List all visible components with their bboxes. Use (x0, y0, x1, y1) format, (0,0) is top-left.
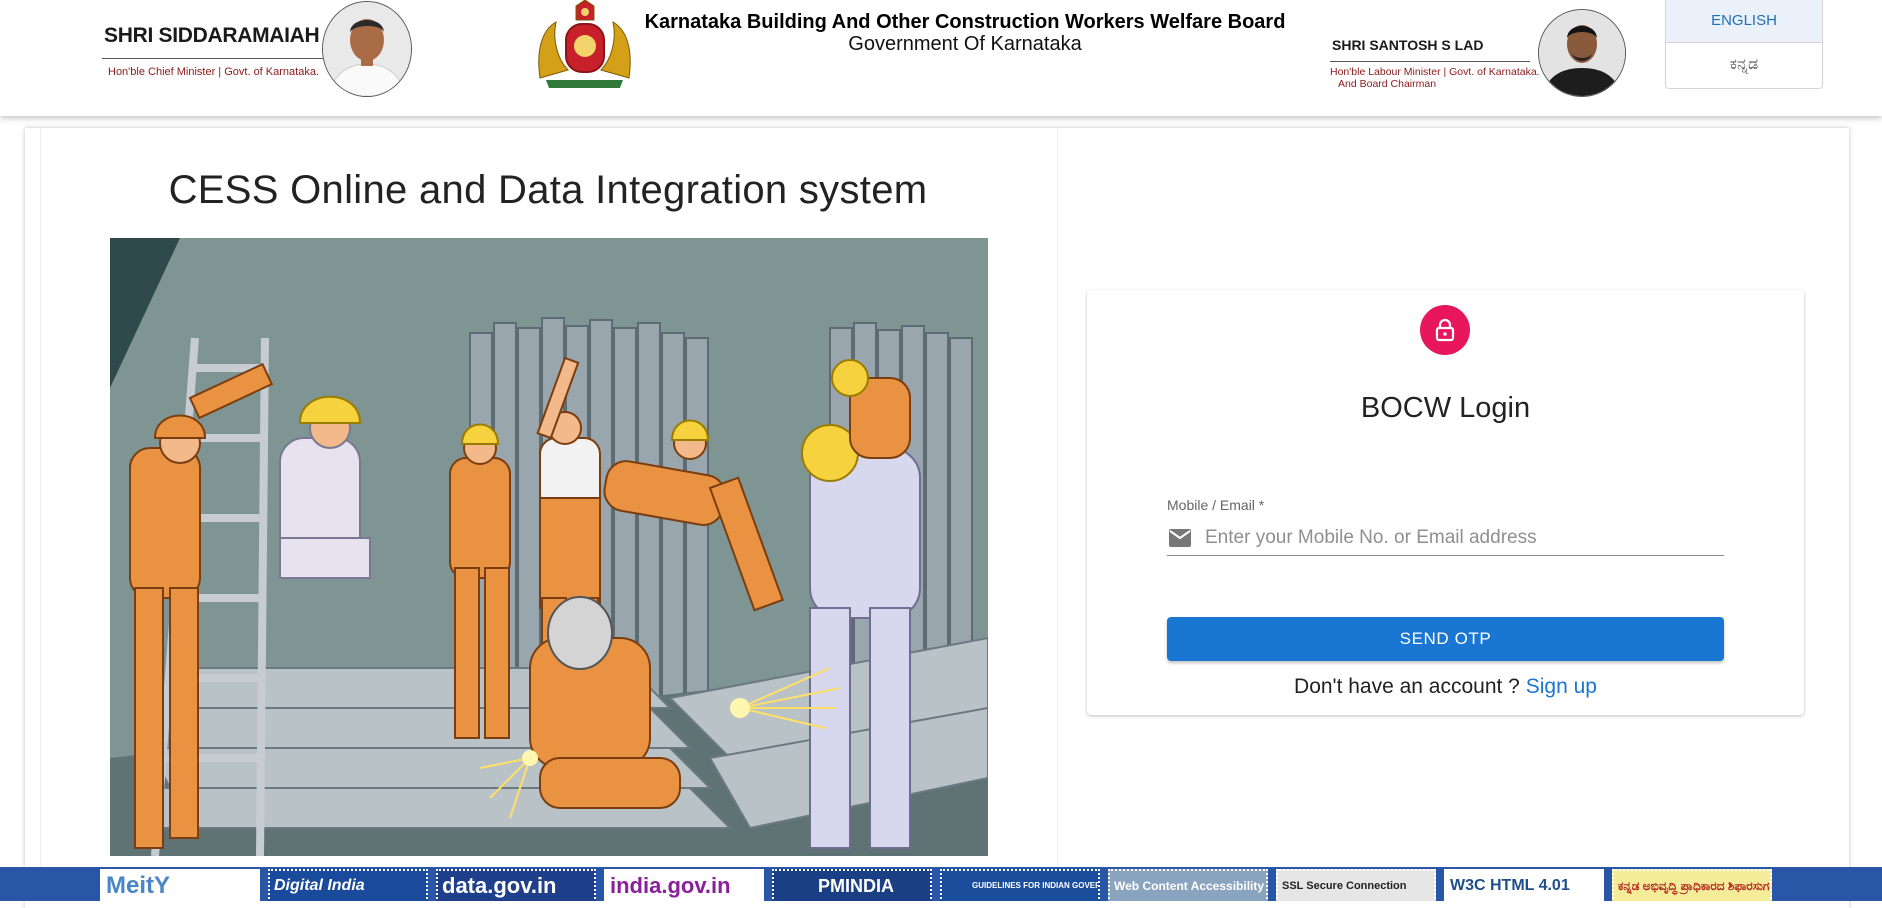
signup-prompt: Don't have an account ? Sign up (1087, 675, 1804, 699)
chief-minister-title: Hon'ble Chief Minister | Govt. of Karnat… (108, 66, 319, 78)
mobile-email-input[interactable] (1205, 525, 1723, 551)
site-header: SHRI SIDDARAMAIAH Hon'ble Chief Minister… (0, 0, 1882, 116)
input-underline (1167, 555, 1724, 556)
digital-india-logo[interactable]: Digital India (268, 869, 428, 901)
india-gov-logo[interactable]: india.gov.in (604, 869, 764, 901)
data-gov-logo[interactable]: data.gov.in (436, 869, 596, 901)
minister-title: Hon'ble Labour Minister | Govt. of Karna… (1330, 66, 1540, 90)
minister-title-line1: Hon'ble Labour Minister | Govt. of Karna… (1330, 66, 1540, 78)
divider (1330, 61, 1530, 62)
pmindia-logo[interactable]: PMINDIA (772, 869, 932, 901)
language-english-button[interactable]: ENGLISH (1666, 0, 1822, 43)
wcag-logo[interactable]: Web Content Accessibility Guidelines (WC… (1108, 869, 1268, 901)
chief-minister-photo (322, 1, 412, 97)
login-heading: BOCW Login (1360, 392, 1531, 424)
meity-logo[interactable]: MeitY (100, 869, 260, 901)
language-switcher: ENGLISH ಕನ್ನಡ (1665, 0, 1823, 89)
mobile-email-label: Mobile / Email * (1167, 497, 1265, 513)
gigw-logo[interactable]: GUIDELINES FOR INDIAN GOVERNMENT WEBSITE… (940, 869, 1100, 901)
construction-workers-illustration (110, 238, 988, 856)
minister-name: SHRI SANTOSH S LAD (1332, 37, 1484, 53)
page-title: CESS Online and Data Integration system (168, 168, 928, 212)
mail-icon (1169, 529, 1191, 547)
lock-icon (1435, 318, 1455, 342)
kannada-authority-logo[interactable]: ಕನ್ನಡ ಅಭಿವೃದ್ಧಿ ಪ್ರಾಧಿಕಾರದ ಶಿಫಾರಸುಗಳು (1612, 869, 1772, 901)
chief-minister-name: SHRI SIDDARAMAIAH (104, 24, 320, 47)
footer-logo-strip: MeitY Digital India data.gov.in india.go… (0, 867, 1882, 901)
minister-title-line2: And Board Chairman (1338, 78, 1437, 90)
signup-link[interactable]: Sign up (1526, 675, 1597, 698)
w3c-logo[interactable]: W3C HTML 4.01 (1444, 869, 1604, 901)
signup-prompt-text: Don't have an account ? (1294, 675, 1520, 698)
ssl-logo[interactable]: SSL Secure Connection (1276, 869, 1436, 901)
language-kannada-button[interactable]: ಕನ್ನಡ (1666, 43, 1822, 87)
divider (102, 58, 326, 59)
minister-photo (1538, 9, 1626, 97)
board-title: Karnataka Building And Other Constructio… (644, 11, 1286, 33)
lock-avatar (1420, 305, 1470, 355)
board-subtitle: Government Of Karnataka (848, 33, 1082, 55)
send-otp-button[interactable]: SEND OTP (1167, 617, 1724, 661)
